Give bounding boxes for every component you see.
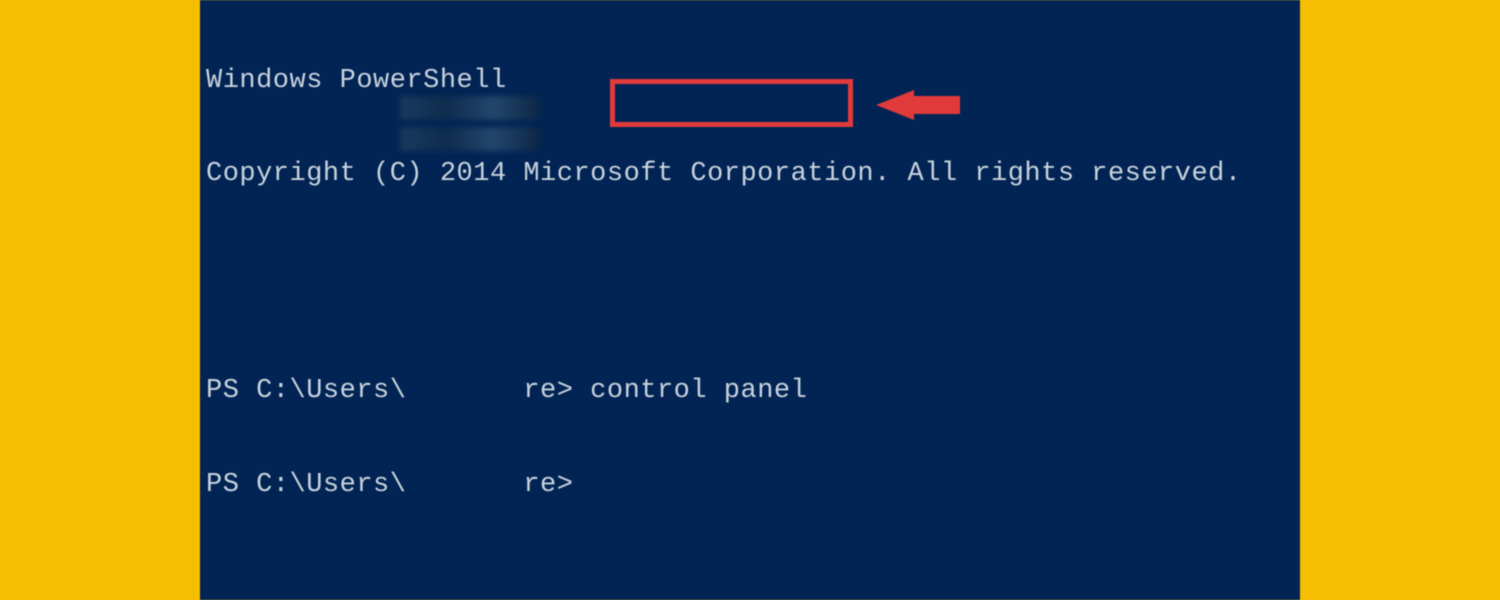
redacted-username-1: [400, 96, 540, 120]
arrow-stem: [912, 96, 960, 114]
prompt-line-1: PS C:\Users\ re> control panel: [206, 376, 1294, 407]
prompt-prefix: PS C:\Users\: [206, 470, 406, 500]
prompt-prefix: PS C:\Users\: [206, 376, 406, 406]
redacted-username-2: [400, 127, 540, 151]
prompt-line-2[interactable]: PS C:\Users\ re>: [206, 470, 1294, 501]
highlight-box: [610, 79, 853, 127]
copyright-line: Copyright (C) 2014 Microsoft Corporation…: [206, 159, 1294, 190]
prompt-suffix: re>: [523, 470, 573, 500]
prompt-suffix: re>: [523, 376, 573, 406]
blank-line: [206, 252, 1294, 283]
powershell-window[interactable]: Windows PowerShell Copyright (C) 2014 Mi…: [200, 0, 1300, 600]
arrow-icon: [876, 90, 914, 120]
typed-command: control panel: [590, 376, 807, 406]
